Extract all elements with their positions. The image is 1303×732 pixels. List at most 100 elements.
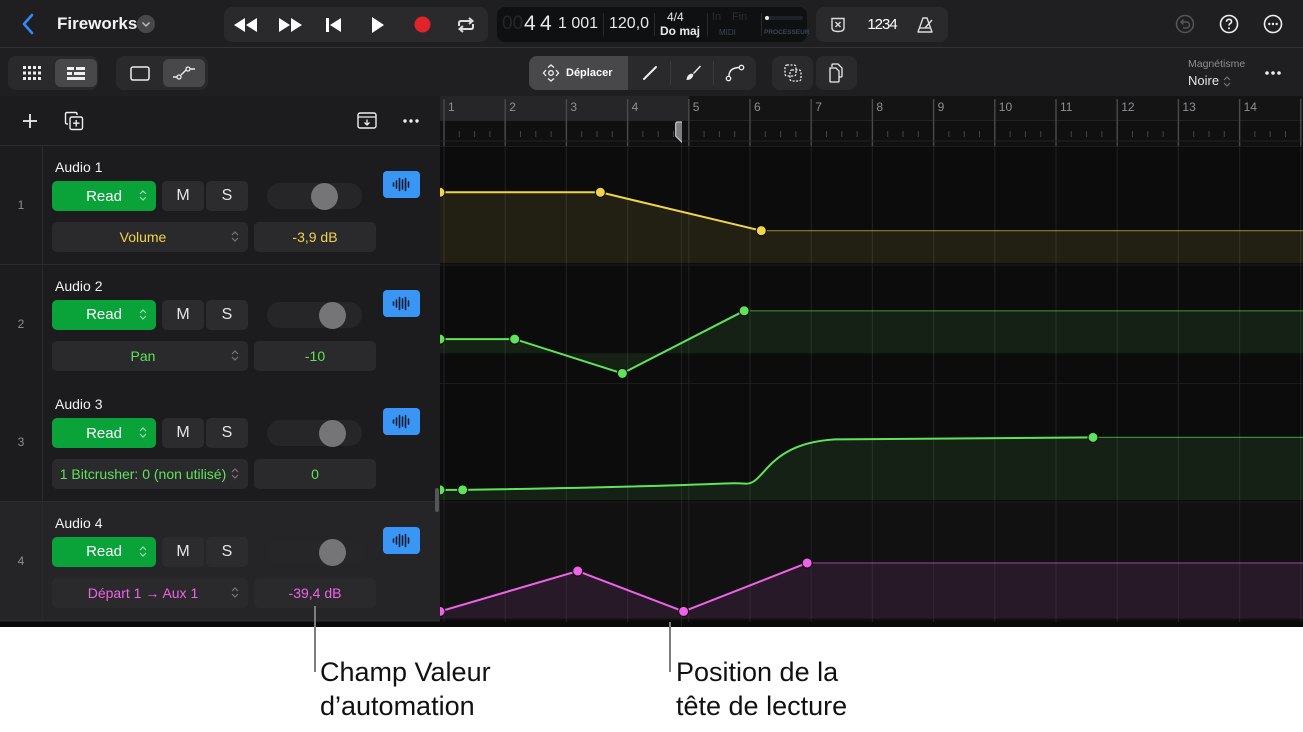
volume-slider-knob[interactable]: [318, 420, 346, 447]
count-in-button[interactable]: 1234: [860, 7, 904, 42]
automation-value-field[interactable]: -3,9 dB: [254, 222, 376, 252]
duplicate-track-icon[interactable]: [64, 111, 84, 131]
lcd-display[interactable]: 00 4 4 1 001 120,0 4/4 Do maj In Fin MID…: [497, 7, 810, 42]
select-region-button[interactable]: [772, 56, 813, 90]
snap-selector[interactable]: Noire: [1188, 73, 1231, 88]
waveform-button[interactable]: [383, 526, 420, 554]
volume-slider-knob[interactable]: [318, 301, 346, 329]
track-name[interactable]: Audio 4: [55, 515, 102, 531]
track-header-row[interactable]: 1 Audio 1 Read M S Volume -3,9 dB: [0, 146, 440, 265]
automation-fill: [440, 437, 1303, 500]
toolbar-more-icon[interactable]: [1264, 70, 1282, 76]
automation-node: [509, 333, 521, 345]
undo-icon[interactable]: [1175, 14, 1195, 34]
grid-icon: [23, 66, 41, 80]
automation-parameter-selector[interactable]: Volume: [52, 222, 248, 252]
callout-leader-value-field: [314, 606, 316, 672]
up-down-chevron-icon: [231, 586, 239, 599]
brush-tool-button[interactable]: [672, 59, 714, 87]
solo-label: S: [221, 542, 233, 560]
record-button[interactable]: [400, 7, 444, 42]
mute-button[interactable]: M: [162, 181, 204, 211]
metronome-button[interactable]: [904, 7, 948, 42]
go-to-start-button[interactable]: [312, 7, 356, 42]
automation-parameter-label: Pan: [130, 347, 156, 364]
automation-parameter-selector[interactable]: Pan: [52, 340, 248, 371]
automation-parameter-selector[interactable]: Départ 1 → Aux 1: [52, 577, 248, 608]
chevron-down-icon[interactable]: [137, 15, 155, 33]
solo-button[interactable]: S: [206, 418, 248, 448]
solo-mode-button[interactable]: [816, 7, 860, 42]
automation-mode-button[interactable]: Read: [52, 418, 156, 448]
record-icon: [414, 16, 431, 33]
automation-mode-label: Read: [86, 306, 122, 323]
cycle-button[interactable]: [444, 7, 488, 42]
up-down-chevron-icon: [139, 308, 147, 321]
waveform-button[interactable]: [383, 408, 420, 435]
automation-mode-label: Read: [86, 187, 122, 205]
help-icon[interactable]: [1219, 14, 1239, 34]
grid-view-button[interactable]: [11, 59, 53, 87]
volume-slider[interactable]: [267, 183, 362, 210]
back-chevron-left-icon[interactable]: [18, 12, 40, 36]
up-down-chevron-icon: [231, 349, 239, 362]
track-name[interactable]: Audio 2: [55, 278, 102, 294]
track-list-scrollbar[interactable]: [435, 488, 439, 512]
playhead[interactable]: [660, 121, 682, 627]
automation-mode-button[interactable]: [163, 59, 205, 87]
bar-number: 7: [815, 100, 822, 114]
project-title[interactable]: Fireworks: [57, 14, 137, 34]
track-header-row[interactable]: 3 Audio 3 Read M S 1 Bitcrusher: 0 (non …: [0, 383, 440, 502]
move-tool-label: Déplacer: [566, 67, 613, 79]
more-circle-icon[interactable]: [1263, 14, 1283, 34]
automation-value-field[interactable]: -10: [254, 340, 376, 371]
solo-button[interactable]: S: [206, 181, 248, 211]
rewind-button[interactable]: [224, 7, 268, 42]
curve-tool-button[interactable]: [714, 59, 756, 87]
mute-button[interactable]: M: [162, 299, 204, 330]
automation-mode-button[interactable]: Read: [52, 181, 156, 211]
waveform-button[interactable]: [383, 171, 420, 198]
automation-mode-button[interactable]: Read: [52, 536, 156, 567]
automation-mode-button[interactable]: Read: [52, 299, 156, 330]
pencil-tool-button[interactable]: [629, 59, 671, 87]
automation-node: [616, 367, 628, 379]
mute-button[interactable]: M: [162, 418, 204, 448]
automation-parameter-label: 1 Bitcrusher: 0 (non utilisé): [59, 466, 227, 482]
automation-value-field[interactable]: -39,4 dB: [254, 577, 376, 608]
track-number: 3: [0, 383, 43, 501]
track-name[interactable]: Audio 3: [55, 396, 102, 412]
track-name[interactable]: Audio 1: [55, 159, 102, 175]
automation-value-field[interactable]: 0: [254, 459, 376, 489]
solo-button[interactable]: S: [206, 536, 248, 567]
tempo-value: 120,0: [609, 15, 650, 32]
playhead-handle: [675, 121, 682, 144]
add-track-plus-icon[interactable]: [21, 112, 39, 130]
volume-slider[interactable]: [267, 301, 362, 329]
move-tool-button[interactable]: Déplacer: [529, 56, 628, 90]
solo-button[interactable]: S: [206, 299, 248, 330]
tracks-view-button[interactable]: [55, 59, 97, 87]
midi-out-indicator: Fin: [732, 11, 748, 23]
track-header-row[interactable]: 4 Audio 4 Read M S Départ 1 → Aux 1 -39,…: [0, 501, 440, 621]
automation-area[interactable]: [440, 146, 1303, 622]
timeline-ruler[interactable]: 123456789101112131415: [440, 96, 1303, 146]
track-list-more-icon[interactable]: [402, 118, 420, 124]
waveform-button[interactable]: [383, 289, 420, 317]
waveform-icon: [392, 296, 411, 311]
cpu-meter-fill: [765, 16, 769, 20]
play-button[interactable]: [356, 7, 400, 42]
volume-slider-knob[interactable]: [311, 183, 339, 210]
volume-slider[interactable]: [267, 538, 362, 566]
region-mode-button[interactable]: [119, 59, 161, 87]
mute-button[interactable]: M: [162, 536, 204, 567]
paste-button[interactable]: [816, 56, 857, 90]
volume-slider-knob[interactable]: [318, 538, 346, 566]
volume-slider[interactable]: [267, 420, 362, 447]
bar-number: 2: [509, 100, 516, 114]
control-bar: Fireworks 00 4 4 1 001 120,0 4/4 Do maj …: [0, 0, 1303, 48]
import-icon[interactable]: [357, 112, 377, 129]
track-header-row[interactable]: 2 Audio 2 Read M S Pan -10: [0, 264, 440, 384]
automation-parameter-selector[interactable]: 1 Bitcrusher: 0 (non utilisé): [52, 459, 248, 489]
fast-forward-button[interactable]: [268, 7, 312, 42]
